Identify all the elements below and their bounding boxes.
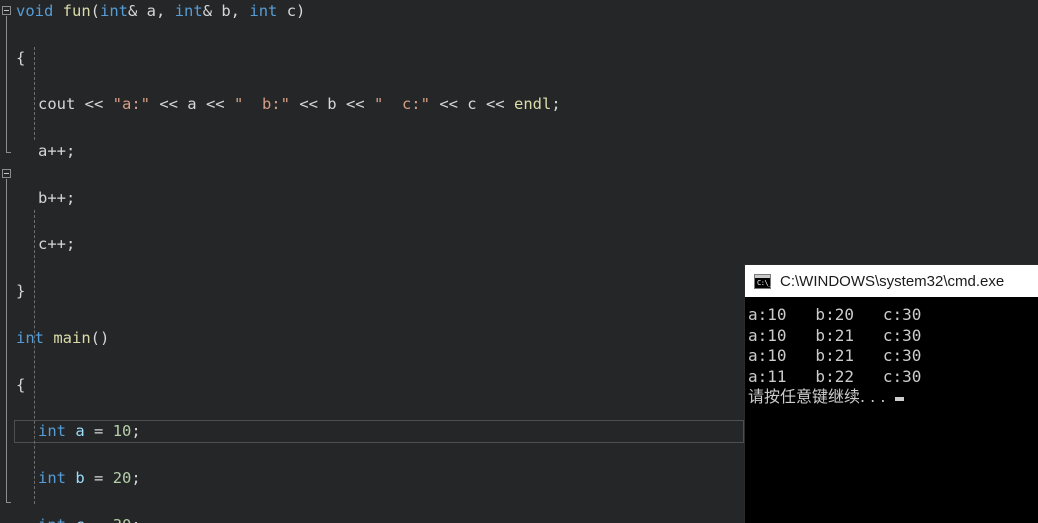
cmd-icon-titlebar-stripe (755, 274, 770, 278)
cmd-window[interactable]: C:\_ C:\WINDOWS\system32\cmd.exe a:10 b:… (745, 265, 1038, 523)
console-output-line: a:10 b:21 c:30 (748, 346, 922, 365)
cmd-title-text: C:\WINDOWS\system32\cmd.exe (780, 272, 1005, 290)
code-line-text: void fun(int& a, int& b, int c) (0, 0, 305, 23)
code-token: << b << (289, 95, 374, 114)
code-line[interactable]: b++; (0, 187, 1038, 210)
code-line[interactable]: a++; (0, 140, 1038, 163)
indent-guide (34, 46, 35, 141)
code-line[interactable]: { (0, 47, 1038, 70)
code-token: c (75, 516, 84, 523)
code-line-text: int a = 10; (0, 420, 141, 443)
code-token: main (53, 328, 91, 347)
code-token: int (174, 2, 203, 20)
code-token: int (38, 422, 66, 441)
cmd-icon: C:\_ (754, 273, 772, 289)
code-token: << a << (149, 95, 234, 114)
code-token: << c << (429, 95, 514, 114)
code-token: c++; (38, 235, 76, 254)
cmd-output-area[interactable]: a:10 b:20 c:30 a:10 b:21 c:30 a:10 b:21 c:… (745, 297, 1038, 523)
code-token: ; (131, 516, 140, 523)
code-token: ( (90, 2, 101, 20)
code-token: b (75, 468, 85, 487)
code-token: " b:" (233, 95, 290, 114)
code-token: 20 (112, 468, 132, 487)
code-token: "a:" (112, 95, 150, 114)
code-token: a (75, 422, 85, 441)
cmd-icon-prompt-glyph: C:\_ (757, 278, 772, 287)
console-output-line: a:10 b:21 c:30 (748, 325, 922, 345)
code-token: c) (277, 2, 306, 20)
code-token: ; (131, 468, 141, 487)
code-token: } (16, 282, 26, 301)
code-token: b++; (38, 188, 76, 207)
code-line-text: cout << "a:" << a << " b:" << b << " c:"… (0, 93, 561, 116)
code-line[interactable]: void fun(int& a, int& b, int c) (0, 0, 1038, 23)
code-token: = (85, 516, 113, 523)
code-token: int (38, 516, 66, 523)
indent-guide (34, 210, 35, 505)
code-token: ; (131, 422, 141, 441)
code-line-text: int c = 30; (0, 514, 141, 523)
code-line-text: } (0, 280, 25, 303)
code-token: " c:" (373, 95, 430, 114)
code-token: endl (513, 95, 552, 114)
code-token: fun (62, 2, 91, 20)
cmd-titlebar[interactable]: C:\_ C:\WINDOWS\system32\cmd.exe (745, 265, 1038, 297)
code-token: & a, (128, 2, 175, 20)
console-output-line: a:10 b:20 c:30 (748, 305, 922, 324)
code-token: { (16, 375, 26, 394)
code-token: int (100, 2, 129, 20)
code-token: int (38, 468, 66, 487)
code-line-text: int main() (0, 327, 109, 350)
code-line[interactable]: c++; (0, 233, 1038, 256)
code-token: void (16, 2, 54, 20)
code-line-text: { (0, 47, 25, 70)
code-token: 10 (112, 422, 132, 441)
console-cursor (895, 397, 905, 401)
code-line-text: c++; (0, 233, 75, 256)
code-token: a++; (38, 142, 76, 161)
code-token: = (84, 422, 113, 441)
code-token: () (90, 328, 110, 347)
code-token: int (16, 328, 44, 347)
code-token: int (249, 2, 278, 20)
screen-root: void fun(int& a, int& b, int c){cout << … (0, 0, 1038, 523)
code-token: { (16, 48, 26, 67)
code-token: = (84, 468, 113, 487)
console-output-line: 请按任意键继续. . . (748, 387, 1038, 408)
code-line-text: a++; (0, 140, 75, 163)
code-token: & b, (202, 2, 250, 20)
code-token: cout << (38, 95, 113, 114)
code-line-text: { (0, 374, 25, 397)
code-line[interactable]: cout << "a:" << a << " b:" << b << " c:"… (0, 93, 1038, 116)
code-line-text: int b = 20; (0, 467, 141, 490)
code-token: 30 (113, 516, 132, 523)
code-line-text: b++; (0, 187, 75, 210)
code-token: ; (551, 95, 561, 114)
console-output-line: a:11 b:22 c:30 (748, 366, 922, 386)
